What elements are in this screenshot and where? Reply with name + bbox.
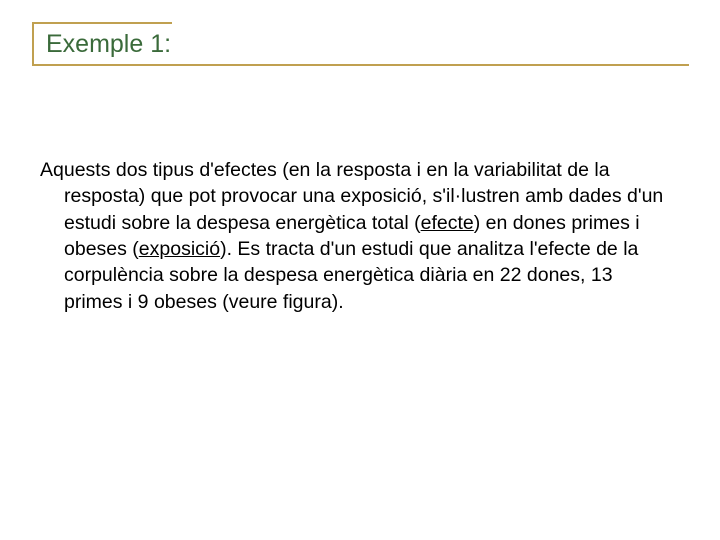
title-container: Exemple 1: — [32, 22, 688, 67]
underline-efecte: efecte — [421, 212, 474, 234]
slide-container: Exemple 1: Aquests dos tipus d'efectes (… — [0, 0, 720, 540]
title-border-bottom — [32, 64, 689, 66]
body-paragraph: Aquests dos tipus d'efectes (en la respo… — [56, 157, 688, 315]
title-border-top — [32, 22, 172, 24]
title-border-left — [32, 22, 34, 64]
slide-title: Exemple 1: — [32, 22, 688, 67]
underline-exposicio: exposició — [139, 238, 220, 260]
